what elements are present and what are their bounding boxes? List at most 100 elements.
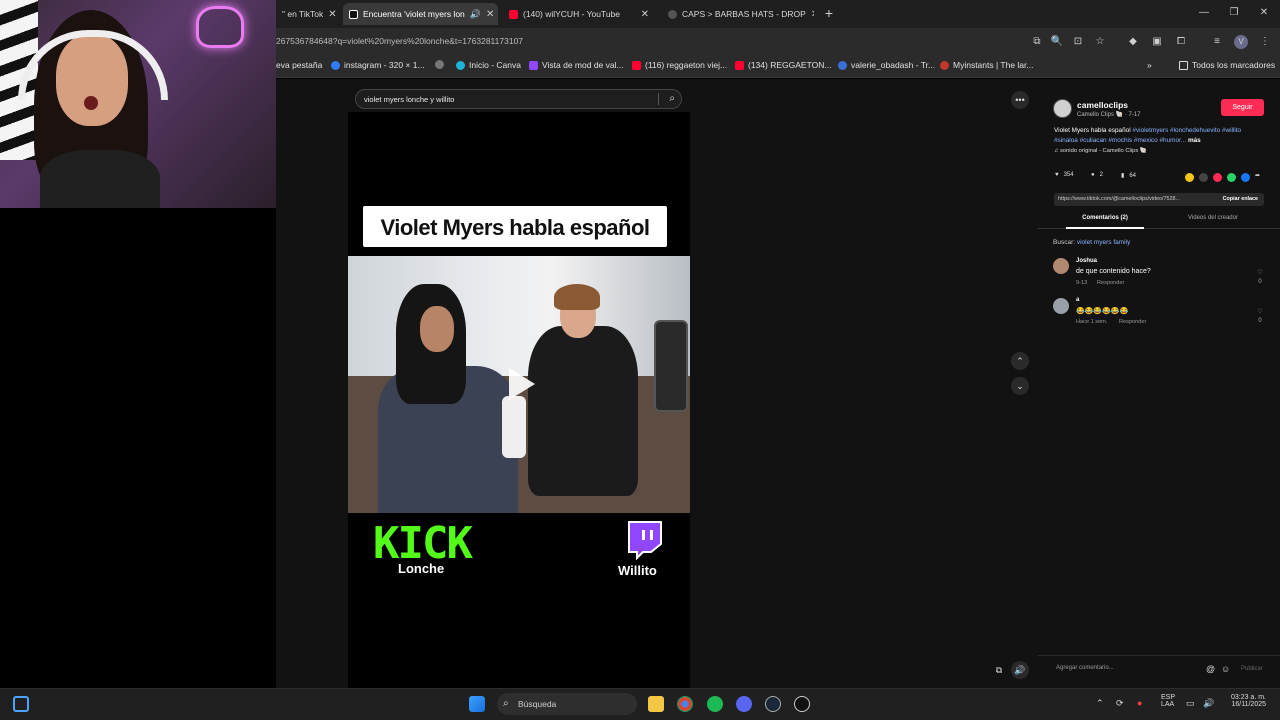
bookmark-label: (134) REGGAETON... [748, 60, 832, 70]
bookmark-item[interactable]: Myinstants | The lar... [940, 60, 1033, 70]
related-search-query[interactable]: violet myers family [1077, 239, 1130, 246]
comment-button[interactable]: ● 2 [1091, 172, 1103, 178]
app-icon[interactable] [794, 696, 810, 712]
follow-button[interactable]: Seguir [1221, 99, 1264, 116]
share-arrow-icon[interactable]: ➦ [1255, 172, 1260, 179]
bookmark-item[interactable]: eva pestaña [276, 60, 322, 70]
close-icon[interactable]: ✕ [328, 9, 336, 20]
volume-icon[interactable]: 🔊 [1011, 661, 1029, 679]
close-icon[interactable]: ✕ [811, 9, 814, 20]
comment-like-icon[interactable]: ♡ [1255, 269, 1265, 276]
video-frame[interactable] [348, 256, 690, 513]
taskview-icon[interactable] [13, 696, 29, 712]
volume-icon[interactable]: 🔊 [1203, 698, 1214, 709]
comment-input[interactable]: Agregar comentario... [1056, 665, 1114, 671]
save-button[interactable]: ▮ 64 [1121, 172, 1136, 180]
translate-icon[interactable]: ⧉ [1030, 35, 1044, 49]
tray-mic-icon[interactable]: ● [1137, 698, 1142, 708]
comment-author[interactable]: Joshua [1076, 258, 1097, 264]
bookmark-item[interactable]: Vista de mod de val... [529, 60, 624, 70]
bookmark-item[interactable]: Inicio - Canva [456, 60, 521, 70]
menu-kebab-icon[interactable]: ⋮ [1258, 35, 1272, 49]
tray-app-icon[interactable]: ⟳ [1116, 698, 1124, 709]
chrome-icon[interactable] [677, 696, 693, 712]
caption-icon[interactable]: ⧉ [990, 661, 1008, 679]
site-icon [838, 60, 847, 70]
extensions-puzzle-icon[interactable]: ⧠ [1174, 35, 1188, 49]
steam-icon[interactable] [765, 696, 781, 712]
language-indicator[interactable]: ESP LAA [1161, 694, 1175, 708]
send-icon[interactable] [1213, 173, 1222, 182]
maximize-button[interactable]: ❐ [1227, 6, 1241, 20]
reply-button[interactable]: Responder [1097, 280, 1124, 286]
bookmark-item[interactable]: (134) REGGAETON... [735, 60, 831, 70]
reading-list-icon[interactable]: ≡ [1210, 35, 1224, 49]
tab-comments[interactable]: Comentarios (2) [1052, 215, 1158, 221]
neon-sign [196, 6, 244, 48]
search-bar[interactable]: violet myers lonche y willito ⌕ [355, 89, 682, 109]
discord-icon[interactable] [736, 696, 752, 712]
folder-icon [1179, 60, 1188, 70]
tab-active[interactable]: Encuentra 'violet myers lon 🔊 ✕ [343, 3, 498, 25]
spotify-icon[interactable] [707, 696, 723, 712]
bookmarks-overflow-icon[interactable]: » [1147, 60, 1152, 70]
install-icon[interactable]: ⊡ [1071, 35, 1085, 49]
publish-button[interactable]: Publicar [1241, 666, 1263, 672]
tab-youtube[interactable]: (140) wilYCUH - YouTube ✕ [503, 3, 655, 25]
more-options-icon[interactable]: ••• [1011, 91, 1029, 109]
close-window-button[interactable]: ✕ [1257, 6, 1271, 20]
url-field[interactable]: 267536784648?q=violet%20myers%20lonche&t… [276, 36, 523, 46]
clock[interactable]: 03:23 a. m. 16/11/2025 [1228, 694, 1266, 708]
more-link[interactable]: más [1188, 137, 1201, 144]
search-icon[interactable]: ⌕ [669, 93, 675, 104]
share-emoji-icon[interactable] [1185, 173, 1194, 182]
reply-button[interactable]: Responder [1119, 319, 1146, 325]
zoom-icon[interactable]: 🔍 [1050, 35, 1064, 49]
search-input[interactable]: violet myers lonche y willito [364, 95, 454, 104]
creator-username[interactable]: camelloclips [1077, 100, 1128, 110]
avatar[interactable] [1053, 298, 1069, 314]
kick-streamer-name: Lonche [398, 561, 445, 576]
chevron-up-icon[interactable]: ⌃ [1096, 698, 1104, 709]
play-icon[interactable] [509, 368, 535, 400]
avatar[interactable] [1053, 99, 1072, 118]
twitch-icon [628, 521, 662, 560]
minimize-button[interactable]: — [1197, 6, 1211, 20]
tab-caps[interactable]: CAPS > BARBAS HATS - DROP ✕ [662, 3, 814, 25]
speaker-icon[interactable]: 🔊 [470, 9, 481, 20]
all-bookmarks-button[interactable]: Todos los marcadores [1179, 60, 1275, 70]
bookmark-label: Myinstants | The lar... [953, 60, 1034, 70]
profile-avatar[interactable]: V [1234, 35, 1248, 49]
related-search[interactable]: Buscar: violet myers family [1053, 239, 1130, 246]
sound-link[interactable]: ♫ sonido original - Camello Clips 🐚 [1054, 148, 1147, 154]
bookmark-label: eva pestaña [276, 60, 323, 70]
comment-author[interactable]: a [1076, 297, 1079, 303]
windows-start-icon[interactable] [469, 696, 485, 712]
bookmark-item[interactable]: instagram - 320 × 1... [331, 60, 425, 70]
video-link[interactable]: https://www.tiktok.com/@camelloclips/vid… [1058, 196, 1180, 202]
bookmark-star-icon[interactable]: ☆ [1093, 35, 1107, 49]
whatsapp-icon[interactable] [1227, 173, 1236, 182]
extension-icon-2[interactable]: ▣ [1150, 35, 1164, 49]
extension-icon[interactable]: ◆ [1126, 35, 1140, 49]
bookmark-item[interactable] [435, 60, 444, 69]
bookmark-item[interactable]: valerie_obadash - Tr... [838, 60, 935, 70]
avatar[interactable] [1053, 258, 1069, 274]
copy-link-button[interactable]: Copiar enlace [1223, 196, 1258, 202]
new-tab-button[interactable]: + [822, 6, 836, 20]
tab-tiktok-search[interactable]: " en TikTok ✕ [276, 3, 340, 25]
tab-creator-videos[interactable]: Videos del creador [1158, 215, 1268, 221]
next-video-button[interactable]: ⌄ [1011, 377, 1029, 395]
comment-like-icon[interactable]: ♡ [1255, 308, 1265, 315]
embed-icon[interactable] [1199, 173, 1208, 182]
mention-icon[interactable]: @ [1206, 664, 1215, 674]
previous-video-button[interactable]: ⌃ [1011, 352, 1029, 370]
facebook-icon[interactable] [1241, 173, 1250, 182]
close-icon[interactable]: ✕ [486, 9, 494, 20]
close-icon[interactable]: ✕ [641, 9, 649, 20]
file-explorer-icon[interactable] [648, 696, 664, 712]
like-button[interactable]: ♥ 354 [1055, 172, 1074, 178]
network-icon[interactable]: ▭ [1186, 698, 1195, 709]
emoji-icon[interactable]: ☺ [1221, 664, 1230, 674]
bookmark-item[interactable]: (116) reggaeton viej... [632, 60, 727, 70]
